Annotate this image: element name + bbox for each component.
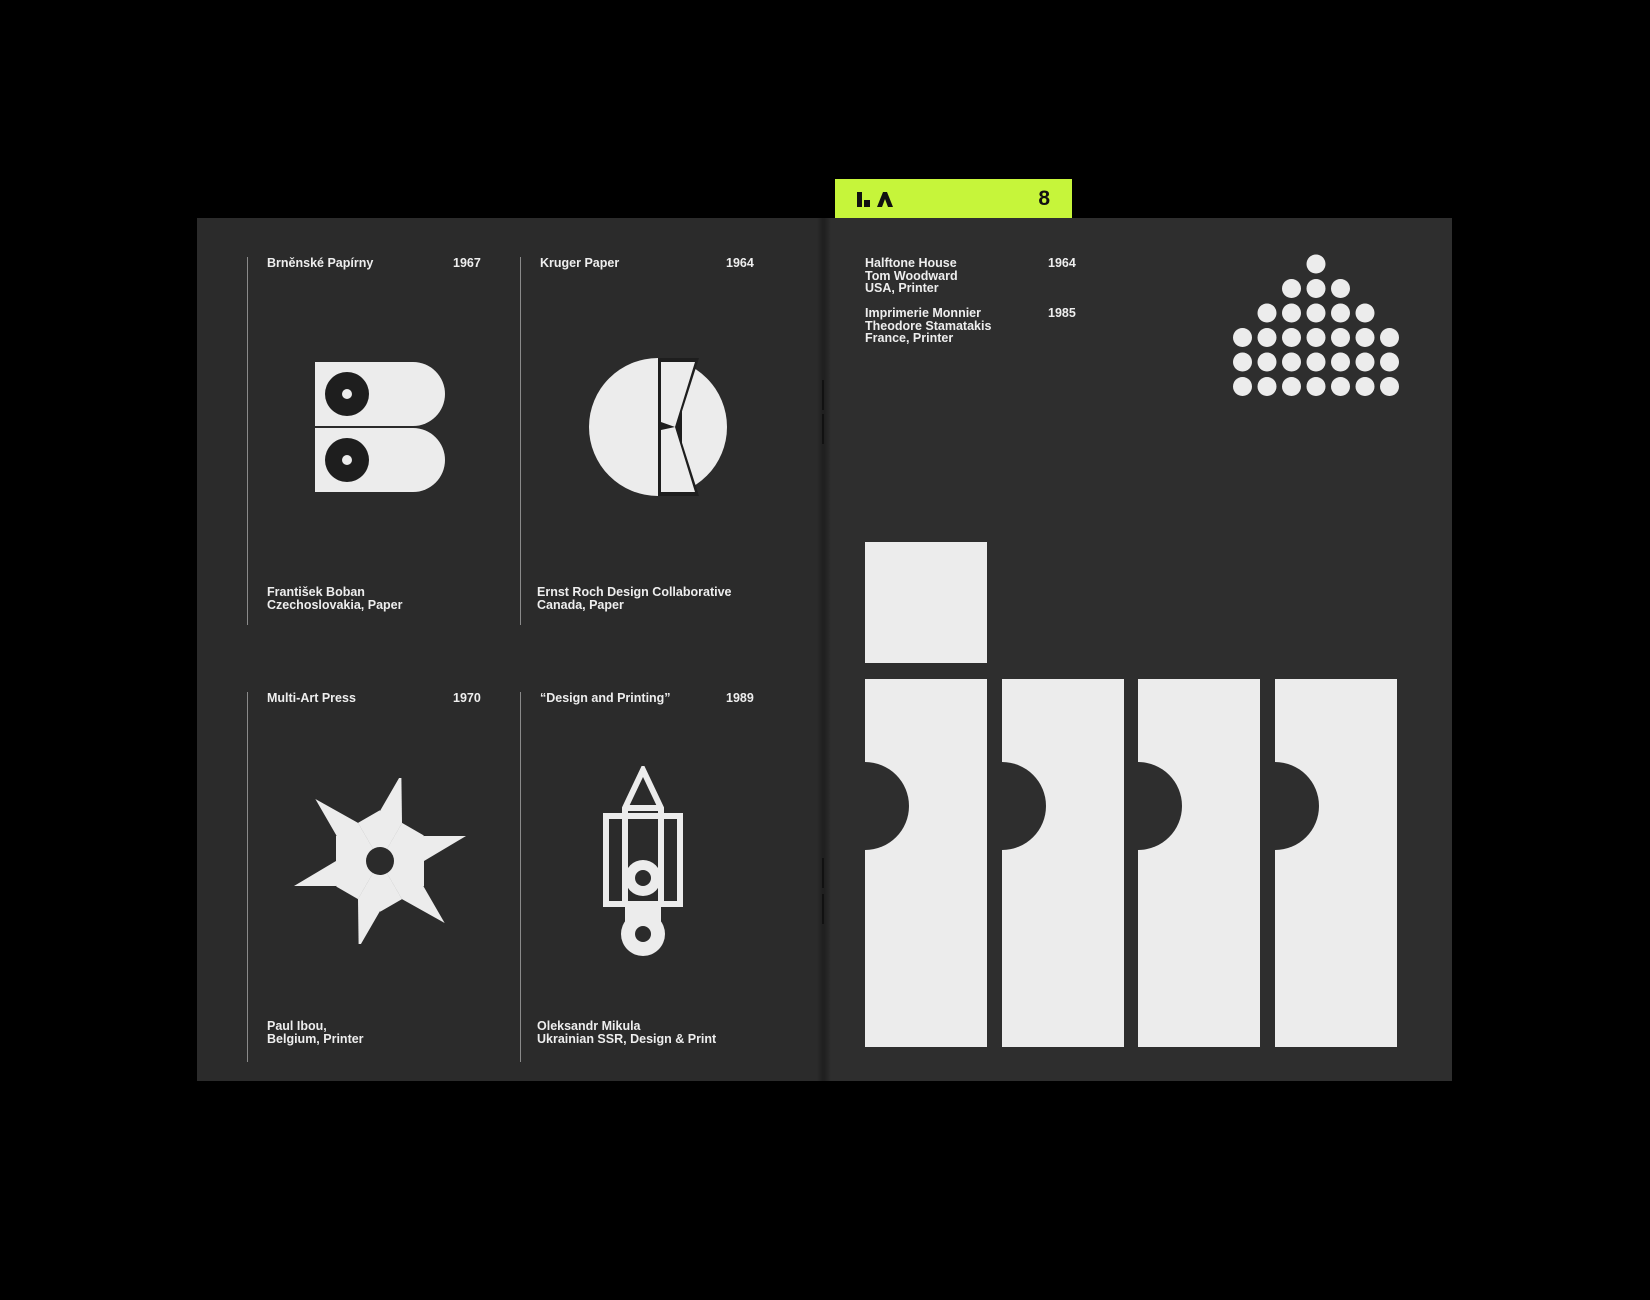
entry-year: 1989 xyxy=(726,691,754,705)
entry-name: Multi-Art Press xyxy=(267,691,356,705)
halftone-dot xyxy=(1331,377,1350,396)
halftone-dot xyxy=(1355,328,1375,347)
entry-credit: Imprimerie Monnier Theodore Stamatakis F… xyxy=(865,306,992,345)
column-rule xyxy=(520,692,521,1062)
entry-year: 1970 xyxy=(453,691,481,705)
entry-credit: František Boban Czechoslovakia, Paper xyxy=(267,585,403,612)
entry-credit: Ernst Roch Design Collaborative Canada, … xyxy=(537,585,732,612)
page-number: 8 xyxy=(1038,187,1050,210)
staple xyxy=(822,894,824,924)
entry-year: 1964 xyxy=(726,256,754,270)
halftone-dot xyxy=(1282,352,1301,372)
halftone-dot xyxy=(1380,352,1399,372)
spine-shadow xyxy=(817,218,831,1081)
column-rule xyxy=(247,692,248,1062)
halftone-dot xyxy=(1233,377,1252,396)
halftone-dot xyxy=(1306,352,1326,372)
column-rule xyxy=(520,257,521,625)
halftone-dot xyxy=(1306,328,1326,347)
halftone-dot xyxy=(1380,377,1399,396)
halftone-dot xyxy=(1355,377,1375,396)
book-spread: Brněnské Papírny 1967 František Boban Cz… xyxy=(197,218,1452,1081)
halftone-dot xyxy=(1282,303,1301,323)
imm-bars-logo xyxy=(865,542,1397,1047)
halftone-dot xyxy=(1257,303,1277,323)
halftone-dot xyxy=(1306,279,1326,298)
pencil-roller-logo xyxy=(603,766,683,956)
halftone-dot xyxy=(1257,328,1277,347)
halftone-dot xyxy=(1355,352,1375,372)
halftone-dot xyxy=(1380,328,1399,347)
entry-year: 1967 xyxy=(453,256,481,270)
left-page: Brněnské Papírny 1967 František Boban Cz… xyxy=(197,218,823,1081)
entry-year: 1964 xyxy=(1048,256,1076,270)
halftone-dots-logo xyxy=(1233,254,1399,396)
halftone-dot xyxy=(1306,254,1326,274)
halftone-dot xyxy=(1306,303,1326,323)
column-rule xyxy=(247,257,248,625)
entry-name: Kruger Paper xyxy=(540,256,620,270)
entry-credit: Halftone House Tom Woodward USA, Printer xyxy=(865,256,958,295)
halftone-dot xyxy=(1331,279,1350,298)
halftone-dot xyxy=(1233,328,1252,347)
right-page: Halftone House Tom Woodward USA, Printer… xyxy=(823,218,1452,1081)
halftone-dot xyxy=(1257,377,1277,396)
la-monogram-icon xyxy=(857,192,893,207)
halftone-dot xyxy=(1282,328,1301,347)
halftone-dot xyxy=(1257,352,1277,372)
entry-year: 1985 xyxy=(1048,306,1076,320)
staple xyxy=(822,380,824,410)
entry-name: Imprimerie Monnier xyxy=(865,306,981,320)
halftone-dot xyxy=(1331,303,1350,323)
entry-name: “Design and Printing” xyxy=(540,691,671,705)
entry-name: Brněnské Papírny xyxy=(267,256,374,270)
staple xyxy=(822,858,824,888)
halftone-dot xyxy=(1331,352,1350,372)
staple xyxy=(822,414,824,444)
halftone-dot xyxy=(1282,377,1301,396)
double-b-circle-logo xyxy=(315,362,445,492)
page-tab: 8 xyxy=(835,179,1072,218)
entry-credit: Paul Ibou, Belgium, Printer xyxy=(267,1019,364,1046)
halftone-dot xyxy=(1233,352,1252,372)
halftone-dot xyxy=(1306,377,1326,396)
halftone-dot xyxy=(1331,328,1350,347)
entry-credit: Oleksandr Mikula Ukrainian SSR, Design &… xyxy=(537,1019,717,1046)
k-circle-logo xyxy=(589,358,727,496)
entry-name: Halftone House xyxy=(865,256,957,270)
halftone-dot xyxy=(1355,303,1375,323)
halftone-dot xyxy=(1282,279,1301,298)
pinwheel-star-logo xyxy=(294,778,466,944)
